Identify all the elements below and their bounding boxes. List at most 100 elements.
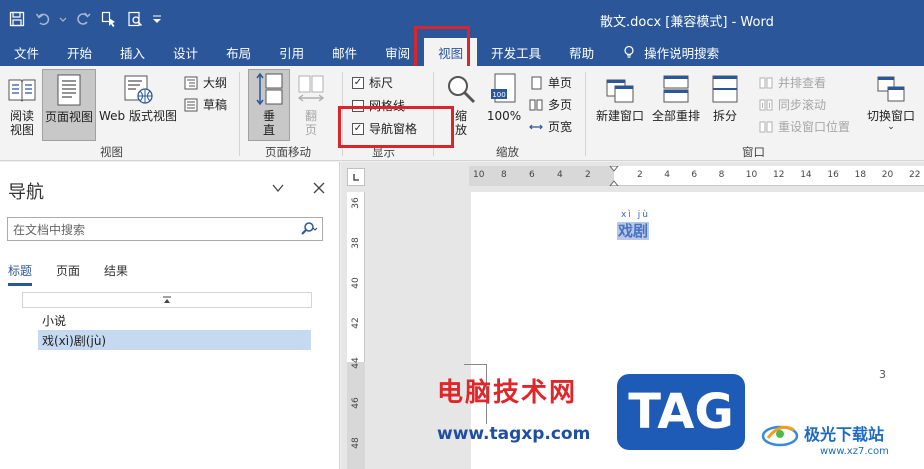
side-to-side-button[interactable]: 翻 页	[293, 72, 329, 137]
new-window-button[interactable]: 新建窗口	[594, 72, 646, 123]
print-layout-button[interactable]: 页面视图	[42, 69, 96, 141]
new-window-icon	[603, 72, 637, 106]
watermark-url: www.tagxp.com	[437, 424, 591, 444]
tab-file[interactable]: 文件	[0, 38, 53, 66]
nav-search-box[interactable]: 在文档中搜索	[7, 217, 323, 241]
navigation-pane-checkbox[interactable]: ✓ 导航窗格	[352, 120, 417, 137]
zoom-label-2: 放	[454, 123, 467, 137]
multiple-pages-icon	[528, 97, 544, 113]
collapse-all-button[interactable]	[22, 292, 312, 308]
split-icon	[708, 72, 742, 106]
split-button[interactable]: 拆分	[708, 72, 742, 123]
ruler-tick-label: 12	[773, 170, 785, 180]
gridlines-label: 网格线	[369, 99, 406, 113]
web-layout-button[interactable]: Web 版式视图	[97, 72, 179, 123]
group-label-show: 显示	[372, 145, 395, 159]
group-separator	[433, 72, 434, 156]
outline-button[interactable]: 大纲	[183, 74, 227, 91]
view-side-by-side-button[interactable]: 并排查看	[758, 74, 826, 91]
print-layout-label: 页面视图	[44, 110, 93, 124]
tab-view[interactable]: 视图	[424, 38, 478, 66]
sync-scroll-icon	[758, 97, 774, 113]
undo-dropdown[interactable]	[58, 8, 68, 30]
zoom-button[interactable]: 缩 放	[444, 72, 478, 137]
redo-button[interactable]	[72, 8, 94, 30]
tell-me-search[interactable]: 操作说明搜索	[608, 38, 733, 66]
svg-text:100: 100	[492, 91, 505, 99]
side-label-1: 翻	[304, 109, 317, 123]
zoom-100-icon: 100	[487, 72, 521, 106]
draft-button[interactable]: 草稿	[183, 96, 227, 113]
ruler-label: 标尺	[369, 76, 394, 90]
read-mode-icon	[5, 72, 39, 106]
nav-tab-pages[interactable]: 页面	[56, 262, 80, 286]
reset-window-position-button[interactable]: 重设窗口位置	[758, 118, 850, 135]
tab-layout[interactable]: 布局	[212, 38, 265, 66]
watermark-aurora-logo: 极光下载站	[760, 418, 884, 448]
nav-search-button[interactable]	[296, 218, 322, 240]
document-heading[interactable]: xì jù 戏剧	[617, 210, 650, 241]
tab-mailings[interactable]: 邮件	[318, 38, 371, 66]
navigation-pane: 导航 在文档中搜索 标题 页面 结果 小说 戏(xì)剧(jù)	[0, 162, 340, 469]
tab-insert[interactable]: 插入	[106, 38, 159, 66]
tab-review[interactable]: 审阅	[371, 38, 424, 66]
side-by-side-icon	[758, 75, 774, 91]
search-icon	[301, 222, 318, 235]
ruler-check-icon: ✓	[352, 76, 364, 89]
nav-pane-options-button[interactable]	[268, 178, 288, 198]
arrange-all-button[interactable]: 全部重排	[650, 72, 702, 123]
print-preview-button[interactable]	[124, 8, 146, 30]
zoom-100-button[interactable]: 100 100%	[484, 72, 524, 123]
aurora-logo-icon	[761, 425, 799, 447]
ruler-tick-label: 46	[351, 397, 361, 409]
split-label: 拆分	[712, 109, 737, 123]
ruler-tick-label: 10	[473, 170, 485, 180]
switch-windows-button[interactable]: 切换窗口 ⌄	[864, 72, 918, 132]
touch-mode-button[interactable]	[98, 8, 120, 30]
tab-home[interactable]: 开始	[53, 38, 106, 66]
collapse-icon	[163, 296, 171, 303]
tab-references[interactable]: 引用	[265, 38, 318, 66]
page-width-button[interactable]: 页宽	[528, 118, 572, 135]
switch-windows-icon	[874, 72, 908, 106]
tab-design[interactable]: 设计	[159, 38, 212, 66]
vertical-label-1: 垂	[262, 109, 275, 123]
nav-tab-results[interactable]: 结果	[104, 262, 128, 286]
synchronous-scrolling-button[interactable]: 同步滚动	[758, 96, 826, 113]
tab-developer[interactable]: 开发工具	[477, 38, 555, 66]
read-mode-button[interactable]: 阅读 视图	[4, 72, 40, 137]
ruler-tick-label: 44	[351, 357, 361, 369]
chevron-down-icon	[272, 184, 284, 193]
heading-item[interactable]: 小说	[38, 310, 311, 330]
ruler-tick-label: 42	[351, 317, 361, 329]
heading-item-selected[interactable]: 戏(xì)剧(jù)	[38, 330, 311, 350]
gridlines-checkbox[interactable]: 网格线	[352, 97, 405, 114]
web-layout-label: Web 版式视图	[99, 109, 177, 123]
new-window-label: 新建窗口	[595, 109, 644, 123]
undo-button[interactable]	[32, 8, 54, 30]
horizontal-ruler[interactable]: 10 8 6 4 2 2 4 6 8 10 12 14 16 18 20 22	[469, 166, 924, 186]
draft-icon	[183, 97, 199, 113]
vertical-ruler[interactable]: 36 38 40 42 44 46 48	[347, 192, 365, 469]
customize-qat-button[interactable]	[150, 8, 164, 30]
tell-me-label: 操作说明搜索	[644, 45, 720, 61]
page-width-label: 页宽	[548, 120, 573, 134]
one-page-label: 单页	[548, 76, 573, 90]
tab-selector-button[interactable]	[347, 168, 365, 186]
ruler-tick-label: 4	[664, 170, 670, 180]
nav-tab-headings[interactable]: 标题	[8, 262, 33, 286]
watermark-tag-logo: TAG	[617, 374, 745, 450]
vertical-movement-button[interactable]: 垂 直	[248, 69, 290, 141]
tab-help[interactable]: 帮助	[555, 38, 608, 66]
nav-search-input[interactable]: 在文档中搜索	[8, 221, 296, 238]
save-button[interactable]	[6, 8, 28, 30]
ruler-tick-label: 14	[800, 170, 812, 180]
indent-marker-icon[interactable]	[609, 166, 619, 186]
ruler-margin	[469, 166, 614, 186]
nav-pane-close-button[interactable]	[309, 178, 329, 198]
multiple-pages-button[interactable]: 多页	[528, 96, 572, 113]
ruler-checkbox[interactable]: ✓ 标尺	[352, 74, 393, 91]
vertical-label-2: 直	[262, 123, 275, 137]
close-icon	[313, 182, 325, 194]
one-page-button[interactable]: 单页	[528, 74, 572, 91]
